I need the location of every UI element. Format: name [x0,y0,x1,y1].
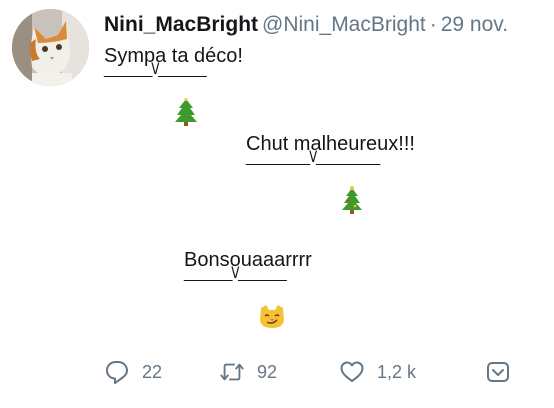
tweet-actions: 22 92 1,2 k [0,357,554,387]
ascii-stem-3: ______\/______ [184,265,287,282]
chevron-down-icon [485,359,511,385]
reply-icon [104,359,130,385]
tweet-header: Nini_MacBright @Nini_MacBright · 29 nov. [104,11,508,39]
handle[interactable]: @Nini_MacBright [262,13,426,36]
cat-photo [12,9,89,86]
reply-button[interactable]: 22 [104,357,162,387]
like-count: 1,2 k [377,361,417,382]
avatar[interactable] [12,9,89,86]
christmas-tree-emoji [342,186,362,214]
retweet-icon [219,359,245,385]
ascii-stem-2: ________\/________ [246,149,380,166]
heart-icon [339,359,365,385]
display-name[interactable]: Nini_MacBright [104,13,258,36]
tweet: Nini_MacBright @Nini_MacBright · 29 nov. Sy… [0,0,554,408]
reply-count: 22 [142,361,163,382]
christmas-tree-emoji [175,98,197,126]
ascii-stem-1: ______\/______ [104,61,207,78]
tweet-date[interactable]: 29 nov. [441,13,508,36]
separator-dot: · [429,13,437,36]
smirking-cat-emoji [260,305,284,328]
retweet-button[interactable]: 92 [219,357,277,387]
retweet-count: 92 [257,361,278,382]
like-button[interactable]: 1,2 k [339,357,416,387]
more-menu-button[interactable] [485,357,511,387]
